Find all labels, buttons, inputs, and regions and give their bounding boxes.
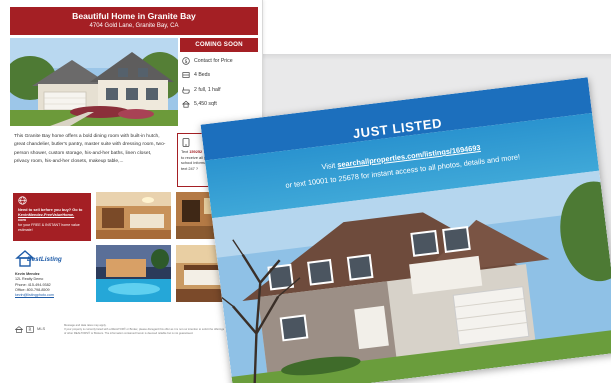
svg-text:R: R [29, 327, 32, 332]
feature-beds-label: 4 Beds [194, 72, 211, 79]
dollar-icon: $ [182, 57, 190, 65]
just-listed-postcard: JUST LISTED Visit searchallproperties.co… [200, 77, 611, 383]
agent-info: Kevin Mendez 12L Realty Demo Phone: 415-… [15, 272, 95, 298]
text-code: 159252 [189, 149, 203, 154]
realtor-icon: R [26, 326, 34, 333]
feature-baths-label: 2 full, 1 half [194, 86, 221, 93]
feature-sqft-label: 5,450 sqft [194, 101, 217, 108]
feature-price: $ Contact for Price [180, 55, 258, 67]
agent-email[interactable]: kevin@listingphoto.com [15, 293, 95, 298]
flyer-feature-panel: COMING SOON $ Contact for Price 4 Beds 2… [180, 38, 258, 126]
equal-housing-icon [15, 326, 23, 333]
just-listed-postcard-wrapper: JUST LISTED Visit searchallproperties.co… [200, 77, 611, 383]
flyer-main-photo [10, 38, 178, 126]
flyer-address: 4704 Gold Lane, Granite Bay, CA [89, 23, 179, 29]
sell-first-box: Need to sell before you buy? Go to Kevin… [13, 193, 91, 241]
feature-price-label: Contact for Price [194, 57, 233, 64]
bath-icon [182, 86, 190, 94]
flyer-header: Beautiful Home in Granite Bay 4704 Gold … [10, 7, 258, 35]
mls-label: MLS [37, 326, 46, 331]
thumb-kitchen [96, 192, 171, 239]
bestlisting-logo-text: BestListing [27, 256, 62, 263]
postcard-visit-prefix: Visit [320, 160, 336, 172]
flyer-description: This Granite Bay home offers a bold dini… [14, 134, 166, 164]
background-band-shade [262, 54, 611, 60]
globe-icon [18, 196, 27, 205]
feature-beds: 4 Beds [180, 70, 258, 82]
feature-sqft: 5,450 sqft [180, 99, 258, 111]
flyer-title: Beautiful Home in Granite Bay [72, 11, 196, 21]
phone-icon [182, 138, 190, 147]
flyer-footer: R MLS Message and data rates may apply. … [12, 324, 260, 338]
coming-soon-badge: COMING SOON [180, 38, 258, 52]
thumb-pool [96, 245, 171, 302]
sell-line-4: for your FREE & INSTANT home value estim… [18, 222, 80, 232]
svg-text:$: $ [184, 59, 187, 65]
text-prefix: Text [181, 149, 189, 154]
feature-baths: 2 full, 1 half [180, 84, 258, 96]
house-icon [182, 100, 190, 108]
bed-icon [182, 71, 190, 79]
